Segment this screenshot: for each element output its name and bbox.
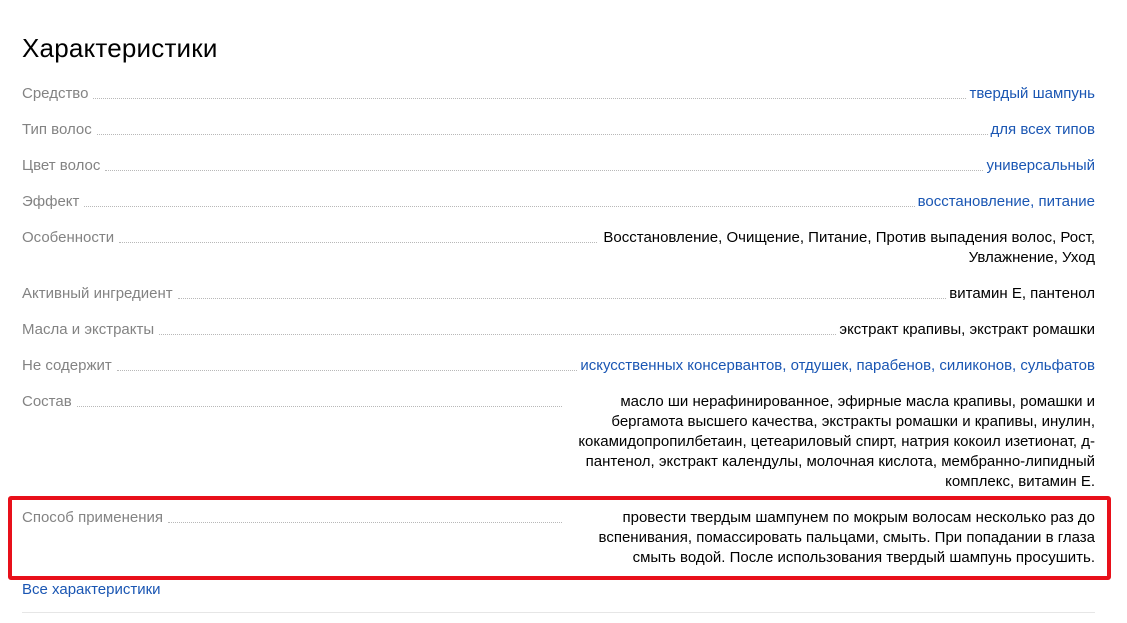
spec-value: масло ши нерафинированное, эфирные масла… <box>578 393 1095 490</box>
spec-value: провести твердым шампунем по мокрым воло… <box>598 509 1095 566</box>
spec-row-product-type: Средство твердый шампунь <box>22 84 1095 104</box>
spec-row-hair-color: Цвет волос универсальный <box>22 156 1095 176</box>
spec-label: Не содержит <box>22 357 112 374</box>
dotted-leader <box>84 192 915 207</box>
spec-row-free-from: Не содержит искусственных консервантов, … <box>22 356 1095 376</box>
spec-row-active-ingredient: Активный ингредиент витамин Е, пантенол <box>22 284 1095 304</box>
spec-value-link[interactable]: универсальный <box>986 156 1095 176</box>
spec-row-effect: Эффект восстановление, питание <box>22 192 1095 212</box>
spec-label: Масла и экстракты <box>22 321 155 338</box>
spec-value-link[interactable]: для всех типов <box>991 120 1095 140</box>
spec-label: Цвет волос <box>22 157 101 174</box>
dotted-leader <box>76 392 562 407</box>
spec-label: Тип волос <box>22 121 92 138</box>
spec-label: Способ применения <box>22 509 163 526</box>
dotted-leader <box>96 120 988 135</box>
spec-value: экстракт крапивы, экстракт ромашки <box>839 321 1095 338</box>
spec-label: Активный ингредиент <box>22 285 173 302</box>
spec-label: Эффект <box>22 193 80 210</box>
spec-value-link[interactable]: искусственных консервантов, отдушек, пар… <box>580 356 1095 376</box>
spec-label: Особенности <box>22 229 115 246</box>
spec-row-usage: Способ применения провести твердым шампу… <box>22 508 1095 568</box>
all-characteristics-link[interactable]: Все характеристики <box>22 580 161 600</box>
dotted-leader <box>93 84 967 99</box>
spec-row-oils-extracts: Масла и экстракты экстракт крапивы, экст… <box>22 320 1095 340</box>
specs-list: Средство твердый шампунь Тип волос для в… <box>22 84 1095 584</box>
spec-value-link[interactable]: твердый шампунь <box>969 84 1095 104</box>
dotted-leader <box>119 228 597 243</box>
dotted-leader <box>177 284 947 299</box>
spec-row-composition: Состав масло ши нерафинированное, эфирны… <box>22 392 1095 492</box>
section-title: Характеристики <box>22 33 218 63</box>
spec-row-hair-type: Тип волос для всех типов <box>22 120 1095 140</box>
dotted-leader <box>159 320 837 335</box>
spec-row-features: Особенности Восстановление, Очищение, Пи… <box>22 228 1095 268</box>
spec-value: витамин Е, пантенол <box>949 285 1095 302</box>
spec-value-link[interactable]: восстановление, питание <box>918 192 1095 212</box>
dotted-leader <box>105 156 984 171</box>
divider <box>22 612 1095 613</box>
spec-label: Средство <box>22 85 89 102</box>
spec-value: Восстановление, Очищение, Питание, Проти… <box>603 229 1095 266</box>
dotted-leader <box>167 508 562 523</box>
spec-label: Состав <box>22 393 72 410</box>
dotted-leader <box>116 356 578 371</box>
